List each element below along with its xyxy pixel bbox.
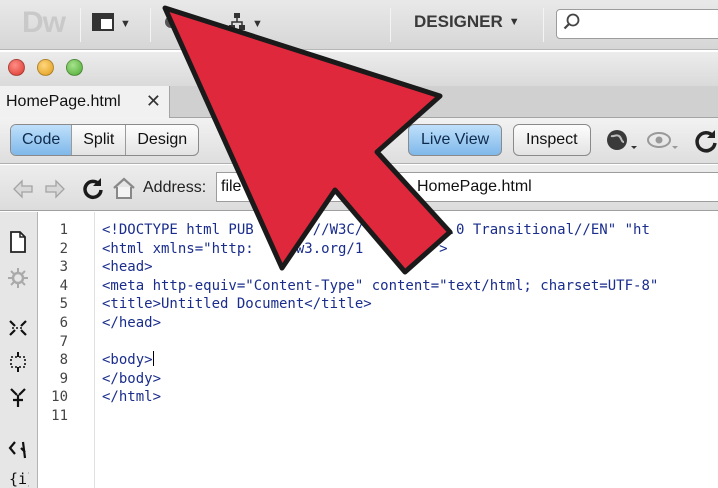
extend-icon bbox=[160, 13, 182, 36]
line-number: 4 bbox=[59, 277, 68, 294]
split-view-button[interactable]: Split bbox=[72, 125, 127, 155]
workspace-label: DESIGNER bbox=[414, 12, 503, 31]
zoom-window-button[interactable] bbox=[66, 59, 83, 76]
line-number: 3 bbox=[59, 259, 68, 276]
back-icon[interactable] bbox=[12, 179, 34, 204]
svg-text:{i}: {i} bbox=[9, 470, 29, 488]
code-line: </body> bbox=[102, 370, 162, 387]
code-line: <title>Untitled Document</title> bbox=[102, 296, 372, 313]
document-tab-title: HomePage.html bbox=[6, 93, 121, 110]
separator bbox=[80, 8, 81, 42]
line-number: 6 bbox=[59, 315, 68, 331]
browser-icon[interactable] bbox=[605, 128, 639, 159]
search-icon bbox=[563, 13, 581, 36]
line-number: 11 bbox=[51, 408, 68, 424]
close-tab-icon[interactable]: ✕ bbox=[146, 91, 161, 112]
separator bbox=[543, 8, 544, 42]
code-line: <head> bbox=[102, 259, 153, 276]
code-format-icon[interactable]: {i} bbox=[6, 466, 30, 488]
line-number: 8 bbox=[59, 352, 68, 369]
code-line: </html> bbox=[102, 389, 162, 406]
layout-icon bbox=[92, 12, 114, 36]
code-line-text: <body> bbox=[102, 352, 153, 369]
expand-icon[interactable] bbox=[6, 350, 30, 374]
collapse-icon[interactable] bbox=[6, 316, 30, 340]
layout-menu[interactable]: ▼ bbox=[92, 12, 131, 36]
code-line: <!DOCTYPE html PUB -//W3C/ ML 1.0 Transi… bbox=[102, 222, 650, 238]
chevron-down-icon: ▼ bbox=[252, 18, 263, 30]
minimize-window-button[interactable] bbox=[37, 59, 54, 76]
address-input[interactable]: file Ke HomePage.html bbox=[216, 172, 718, 202]
view-mode-switcher: Code Split Design bbox=[10, 124, 200, 156]
visual-aids-icon[interactable] bbox=[646, 128, 680, 159]
chevron-down-icon: ▼ bbox=[508, 16, 520, 28]
separator bbox=[150, 8, 151, 42]
line-number: 10 bbox=[51, 389, 68, 406]
address-label: Address: bbox=[143, 179, 207, 196]
separator bbox=[390, 8, 391, 42]
text-cursor bbox=[152, 351, 154, 367]
close-window-button[interactable] bbox=[8, 59, 25, 76]
site-menu[interactable]: ▼ bbox=[228, 12, 263, 36]
address-value-start: file bbox=[221, 178, 242, 195]
line-number: 2 bbox=[59, 240, 68, 257]
select-tag-icon[interactable] bbox=[6, 385, 30, 409]
dreamweaver-logo: Dw bbox=[22, 6, 66, 39]
address-value-mid: Ke bbox=[317, 178, 337, 195]
code-line: </head> bbox=[102, 315, 162, 331]
file-icon[interactable] bbox=[6, 230, 30, 254]
line-number: 1 bbox=[59, 222, 68, 238]
chevron-down-icon: ▼ bbox=[120, 18, 131, 30]
site-icon bbox=[228, 12, 246, 37]
workspace-switcher[interactable]: DESIGNER ▼ bbox=[414, 12, 520, 32]
window-title-bar bbox=[0, 52, 718, 86]
comment-icon[interactable] bbox=[6, 438, 30, 462]
search-field[interactable] bbox=[556, 9, 718, 39]
gear-icon[interactable] bbox=[6, 266, 30, 290]
home-icon[interactable] bbox=[111, 176, 137, 205]
line-number: 9 bbox=[59, 370, 68, 387]
code-line: <html xmlns="http: w.w3.org/1 xhtml"> bbox=[102, 240, 448, 257]
refresh-icon[interactable] bbox=[693, 128, 718, 159]
live-view-button[interactable]: Live View bbox=[408, 124, 503, 156]
address-value-end: HomePage.html bbox=[417, 178, 532, 195]
extend-menu[interactable] bbox=[160, 12, 182, 36]
line-number: 5 bbox=[59, 296, 68, 313]
inspect-button[interactable]: Inspect bbox=[513, 124, 591, 156]
line-number: 7 bbox=[59, 333, 68, 350]
document-tab[interactable]: HomePage.html ✕ bbox=[0, 86, 170, 118]
design-view-button[interactable]: Design bbox=[126, 125, 198, 155]
forward-icon[interactable] bbox=[44, 179, 66, 204]
code-line: <body> bbox=[102, 351, 154, 370]
code-line: <meta http-equiv="Content-Type" content=… bbox=[102, 277, 659, 294]
code-view-button[interactable]: Code bbox=[11, 125, 73, 155]
refresh-icon[interactable] bbox=[81, 177, 105, 206]
